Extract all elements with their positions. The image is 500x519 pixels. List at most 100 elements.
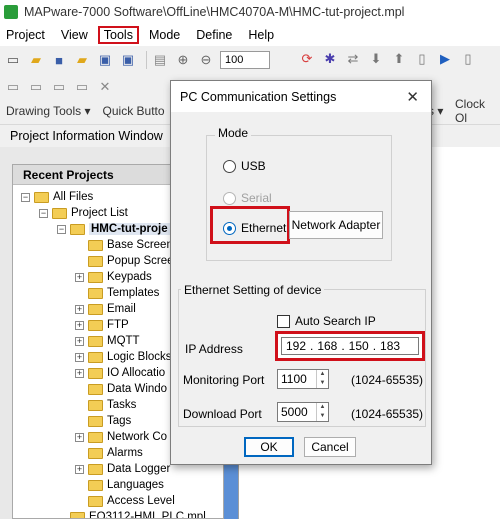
zoom-select[interactable]: 100 <box>220 51 270 69</box>
tree-item[interactable]: Tags <box>75 413 131 429</box>
collapse-icon[interactable]: − <box>21 192 30 202</box>
down-arrow-icon[interactable]: ⬇ <box>367 50 385 68</box>
radio-icon[interactable] <box>223 159 236 173</box>
tree-item[interactable]: Languages <box>75 477 164 493</box>
zoom-in-icon[interactable]: ⊕ <box>174 51 192 69</box>
expand-icon[interactable]: + <box>75 368 84 378</box>
tree-item[interactable]: + IO Allocatio <box>75 365 165 381</box>
tree-item[interactable]: Popup Scree <box>75 253 174 269</box>
download-port-range: (1024-65535) <box>351 407 424 421</box>
ip-highlight: 192 . 168 . 150 . 183 <box>275 331 425 361</box>
folder-icon <box>52 207 67 219</box>
tree-item[interactable]: + Keypads <box>75 269 152 285</box>
ethernet-radio[interactable]: Ethernet <box>223 221 286 235</box>
menu-bar: Project View Tools Mode Define Help <box>0 24 500 46</box>
download-port-spinner[interactable]: 5000 ▲ ▼ <box>277 402 329 422</box>
usb-radio[interactable]: USB <box>223 159 266 173</box>
play-icon[interactable]: ▶ <box>436 50 454 68</box>
tree-item[interactable]: + Logic Blocks <box>75 349 172 365</box>
folder-icon <box>88 319 103 331</box>
expand-icon[interactable]: + <box>75 336 84 346</box>
download-icon[interactable]: ▣ <box>96 51 114 69</box>
folder-icon <box>88 463 103 475</box>
auto-search-ip-checkbox[interactable]: Auto Search IP <box>277 314 376 328</box>
tree-item[interactable]: Access Level <box>75 493 175 509</box>
ip-address-label: IP Address <box>185 342 243 356</box>
delete-icon[interactable]: ✕ <box>96 78 114 96</box>
tree-item[interactable]: Alarms <box>75 445 143 461</box>
expand-icon[interactable]: + <box>75 352 84 362</box>
new-file-icon[interactable]: ▭ <box>4 51 22 69</box>
folder-icon <box>88 399 103 411</box>
project-info-label: Project Information Window <box>10 128 163 143</box>
tree-item-other-project[interactable]: EQ3112-HMI_PLC.mpl <box>57 509 206 518</box>
print-icon[interactable]: ▤ <box>151 51 169 69</box>
menu-tools[interactable]: Tools <box>97 26 139 44</box>
quick-buttons-dropdown[interactable]: Quick Butto <box>103 104 165 118</box>
pages-icon[interactable]: ▯ <box>459 50 477 68</box>
collapse-icon[interactable]: − <box>39 208 48 218</box>
expand-icon[interactable]: + <box>75 272 84 282</box>
folder-icon <box>88 303 103 315</box>
tree-item[interactable]: + Data Logger <box>75 461 170 477</box>
dialog-title-bar: PC Communication Settings <box>171 81 431 112</box>
folder-icon <box>88 447 103 459</box>
clock-dropdown[interactable]: Clock Ol <box>455 97 488 125</box>
menu-project[interactable]: Project <box>0 26 51 44</box>
folder-icon <box>70 511 85 518</box>
up-arrow-icon[interactable]: ⬆ <box>390 50 408 68</box>
spinner-arrows-icon[interactable]: ▲ ▼ <box>316 370 328 388</box>
tree-item-project-list[interactable]: − Project List <box>39 205 128 221</box>
copy-icon[interactable]: ▭ <box>27 78 45 96</box>
expand-icon[interactable]: + <box>75 304 84 314</box>
tree-item[interactable]: + Network Co <box>75 429 167 445</box>
folder-icon[interactable]: ▰ <box>73 51 91 69</box>
save-icon[interactable]: ■ <box>50 51 68 69</box>
network-adapter-button[interactable]: Network Adapter <box>289 211 383 239</box>
spinner-arrows-icon[interactable]: ▲ ▼ <box>316 403 328 421</box>
folder-icon <box>88 287 103 299</box>
tree-item[interactable]: Data Windo <box>75 381 167 397</box>
tree-item[interactable]: Base Screen <box>75 237 173 253</box>
menu-help[interactable]: Help <box>242 26 280 44</box>
folder-icon <box>88 431 103 443</box>
folder-icon <box>88 415 103 427</box>
settings-icon[interactable]: ✱ <box>321 50 339 68</box>
menu-mode[interactable]: Mode <box>143 26 186 44</box>
expand-icon[interactable]: + <box>75 432 84 442</box>
tree-item[interactable]: + FTP <box>75 317 129 333</box>
menu-define[interactable]: Define <box>190 26 238 44</box>
page-icon[interactable]: ▯ <box>413 50 431 68</box>
ip-address-field[interactable]: 192 . 168 . 150 . 183 <box>281 337 419 355</box>
monitoring-port-spinner[interactable]: 1100 ▲ ▼ <box>277 369 329 389</box>
cancel-button[interactable]: Cancel <box>304 437 356 457</box>
pc-communication-dialog: PC Communication Settings ✕ Mode USB Ser… <box>170 80 432 465</box>
screen-icon[interactable]: ▭ <box>73 78 91 96</box>
ok-button[interactable]: OK <box>244 437 294 457</box>
dialog-title: PC Communication Settings <box>180 89 337 104</box>
tree-item[interactable]: Tasks <box>75 397 136 413</box>
tree-item[interactable]: + Email <box>75 301 136 317</box>
tree-item[interactable]: Templates <box>75 285 159 301</box>
title-bar: MAPware-7000 Software\OffLine\HMC4070A-M… <box>0 0 500 24</box>
download-port-label: Download Port <box>183 407 262 421</box>
expand-icon[interactable]: + <box>75 320 84 330</box>
refresh-icon[interactable]: ⟳ <box>298 50 316 68</box>
transfer-icon[interactable]: ⇄ <box>344 50 362 68</box>
radio-icon[interactable] <box>223 221 236 235</box>
close-icon[interactable]: ✕ <box>406 88 419 106</box>
zoom-out-icon[interactable]: ⊖ <box>197 51 215 69</box>
mode-group-title: Mode <box>215 126 252 140</box>
cut-icon[interactable]: ▭ <box>4 78 22 96</box>
expand-icon[interactable]: + <box>75 464 84 474</box>
open-folder-icon[interactable]: ▰ <box>27 51 45 69</box>
collapse-icon[interactable]: − <box>57 224 66 234</box>
paste-icon[interactable]: ▭ <box>50 78 68 96</box>
checkbox-icon[interactable] <box>277 314 290 328</box>
upload-icon[interactable]: ▣ <box>119 51 137 69</box>
tree-item-all-files[interactable]: − All Files <box>21 189 93 205</box>
tree-item-current-project[interactable]: − HMC-tut-proje <box>57 221 170 237</box>
drawing-tools-dropdown[interactable]: Drawing Tools ▾ <box>6 104 91 118</box>
menu-view[interactable]: View <box>55 26 94 44</box>
tree-item[interactable]: + MQTT <box>75 333 140 349</box>
